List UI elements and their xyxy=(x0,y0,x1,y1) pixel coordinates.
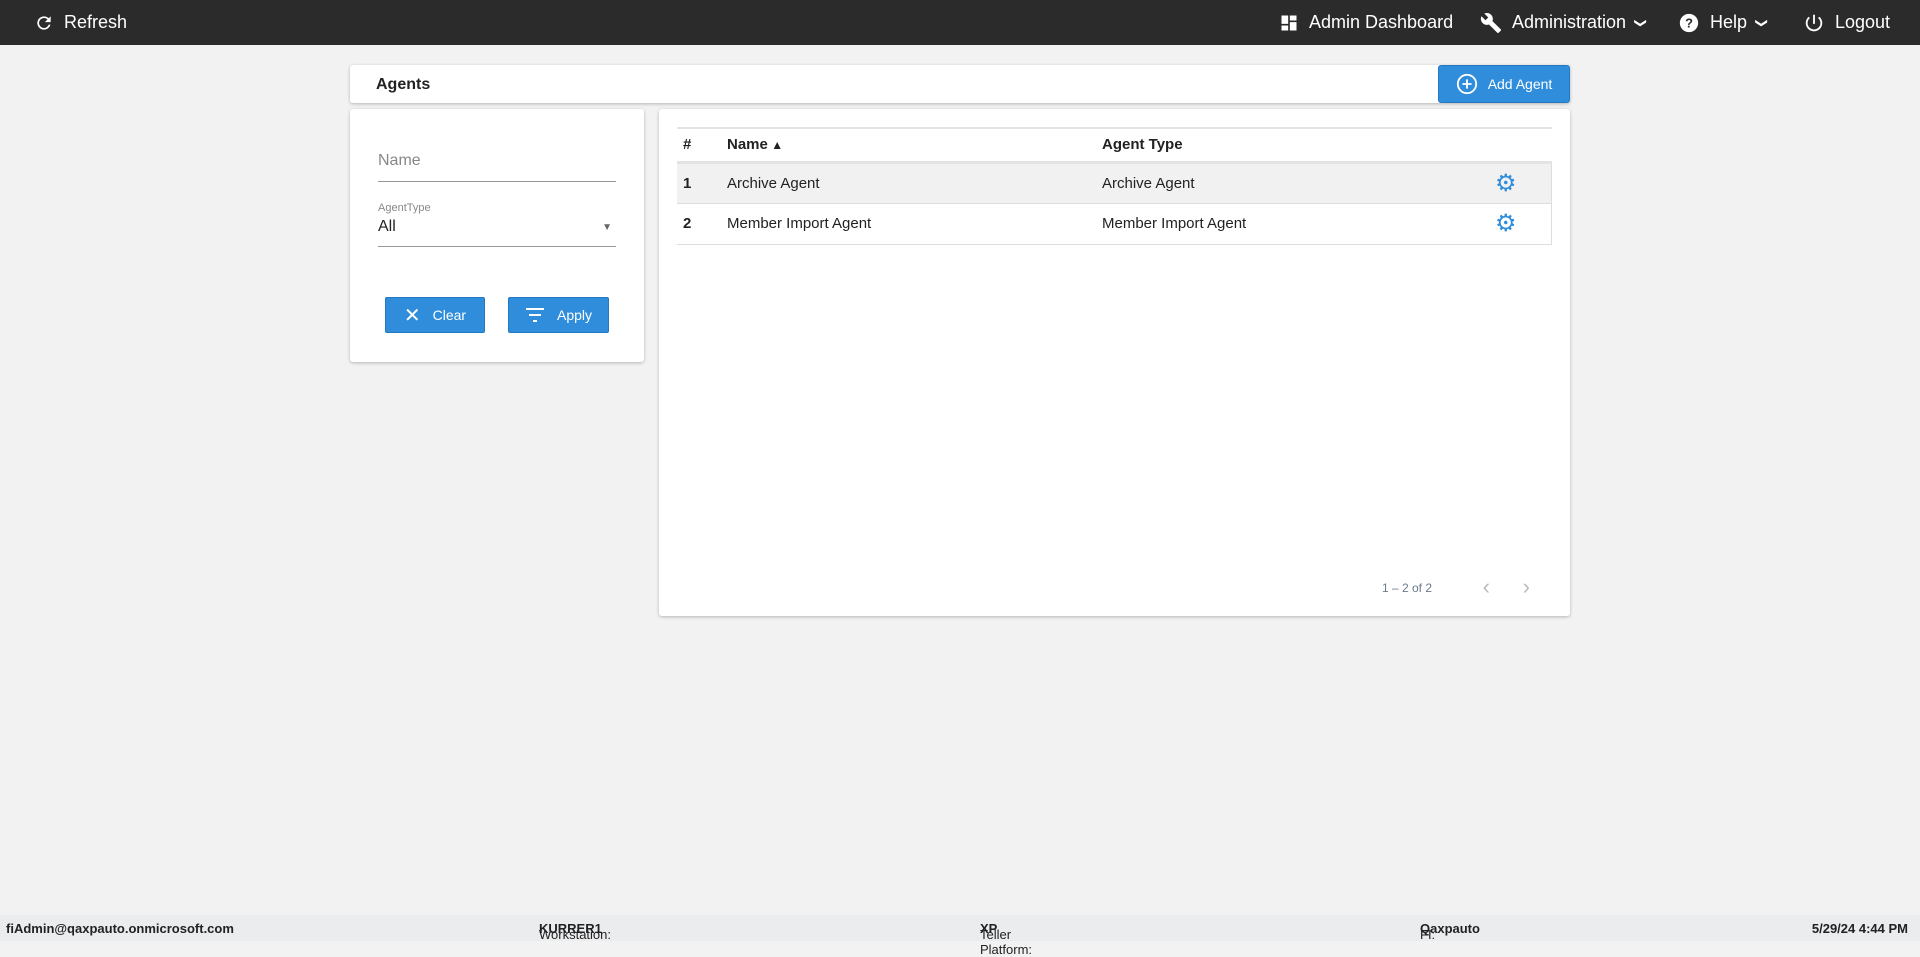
add-agent-label: Add Agent xyxy=(1487,76,1553,92)
admin-dashboard-label: Admin Dashboard xyxy=(1309,12,1454,32)
name-placeholder: Name xyxy=(378,152,421,169)
agents-table: # Name ▲ Agent Type 1 Archive Agent Arch… xyxy=(677,127,1552,245)
datetime: 5/29/24 4:44 PM xyxy=(1811,921,1908,936)
sort-ascending-icon: ▲ xyxy=(767,138,784,153)
settings-button[interactable]: ⚙ xyxy=(1471,162,1552,204)
administration-menu[interactable]: Administration ❯ xyxy=(1480,0,1649,45)
column-header-actions xyxy=(1471,127,1552,164)
gear-icon: ⚙ xyxy=(1495,210,1517,237)
agent-type-select[interactable]: All ▼ xyxy=(378,218,616,247)
agent-type-value: All xyxy=(378,218,396,235)
logout-button[interactable]: Logout xyxy=(1803,0,1890,45)
top-navbar: Refresh Admin Dashboard Administration ❯… xyxy=(0,0,1920,45)
column-header-agent-type: Agent Type xyxy=(1096,127,1471,164)
refresh-button[interactable]: Refresh xyxy=(34,0,127,45)
filter-panel: Name AgentType All ▼ ✕ Clear Apply xyxy=(350,109,644,362)
clear-label: Clear xyxy=(432,307,467,323)
agent-type: Member Import Agent xyxy=(1096,203,1471,245)
page-header: Agents Add Agent xyxy=(350,65,1570,103)
apply-label: Apply xyxy=(556,307,593,323)
table-row[interactable]: 1 Archive Agent Archive Agent ⚙ xyxy=(677,162,1552,204)
wrench-icon xyxy=(1480,12,1502,33)
filter-icon xyxy=(525,308,544,322)
agents-table-card: # Name ▲ Agent Type 1 Archive Agent Arch… xyxy=(659,109,1570,616)
column-header-number: # xyxy=(677,127,721,164)
logout-label: Logout xyxy=(1835,12,1891,32)
apply-button[interactable]: Apply xyxy=(508,297,609,333)
svg-text:?: ? xyxy=(1685,15,1693,30)
chevron-down-icon: ❯ xyxy=(1755,17,1770,28)
next-page-button[interactable]: › xyxy=(1523,574,1530,600)
gear-icon: ⚙ xyxy=(1495,169,1517,197)
workstation-info: Workstation: KURRER1 xyxy=(539,921,611,942)
dashboard-icon xyxy=(1281,15,1297,30)
name-input[interactable]: Name xyxy=(378,152,616,182)
platform-label: Teller Platform: xyxy=(980,927,1033,957)
fi-label: FI: xyxy=(1420,927,1436,942)
workstation-label: Workstation: xyxy=(539,927,612,942)
refresh-label: Refresh xyxy=(64,12,128,32)
table-row[interactable]: 2 Member Import Agent Member Import Agen… xyxy=(677,203,1552,245)
add-agent-button[interactable]: Add Agent xyxy=(1438,65,1570,103)
settings-button[interactable]: ⚙ xyxy=(1471,203,1552,245)
agent-type: Archive Agent xyxy=(1096,162,1471,204)
agent-type-label: AgentType xyxy=(378,202,431,214)
refresh-icon xyxy=(37,15,51,30)
admin-dashboard-link[interactable]: Admin Dashboard xyxy=(1279,0,1453,45)
fi-info: FI: Qaxpauto xyxy=(1420,921,1480,942)
chevron-down-icon: ❯ xyxy=(1634,17,1649,28)
previous-page-button[interactable]: ‹ xyxy=(1483,574,1490,600)
pagination-range: 1 – 2 of 2 xyxy=(1381,581,1432,595)
agent-name: Member Import Agent xyxy=(721,203,1096,245)
user-email: fiAdmin@qaxpauto.onmicrosoft.com xyxy=(6,921,234,936)
plus-circle-icon xyxy=(1456,73,1477,95)
help-label: Help xyxy=(1710,12,1748,32)
power-icon xyxy=(1805,14,1823,31)
row-number: 2 xyxy=(677,203,721,245)
administration-label: Administration xyxy=(1512,12,1627,32)
dropdown-arrow-icon: ▼ xyxy=(602,222,612,233)
close-icon: ✕ xyxy=(403,304,421,327)
page-title: Agents xyxy=(376,76,431,93)
status-bar: fiAdmin@qaxpauto.onmicrosoft.com Worksta… xyxy=(0,915,1920,957)
agent-name: Archive Agent xyxy=(721,162,1096,204)
help-icon: ? xyxy=(1679,13,1699,32)
row-number: 1 xyxy=(677,162,721,204)
help-menu[interactable]: ? Help ❯ xyxy=(1678,0,1770,45)
name-header-label: Name xyxy=(727,136,768,154)
clear-button[interactable]: ✕ Clear xyxy=(385,297,485,333)
platform-info: Teller Platform: XP xyxy=(980,921,1032,957)
column-header-name[interactable]: Name ▲ xyxy=(721,127,1096,164)
